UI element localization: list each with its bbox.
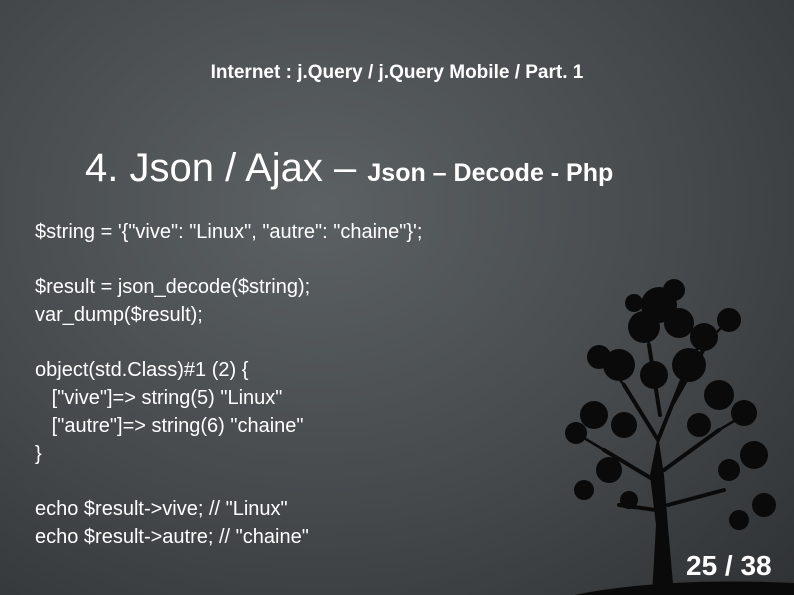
slide-supertitle: Internet : j.Query / j.Query Mobile / Pa…	[210, 62, 584, 83]
slide-title: 4. Json / Ajax – Json – Decode - Php	[85, 146, 613, 191]
code-line-string: $string = '{"vive": "Linux", "autre": "c…	[35, 221, 423, 243]
slide-title-main: 4. Json / Ajax –	[85, 146, 368, 190]
page-number: 25 / 38	[686, 550, 772, 581]
tree-silhouette-icon	[565, 279, 794, 595]
slide-title-sub: Json – Decode - Php	[367, 159, 614, 187]
